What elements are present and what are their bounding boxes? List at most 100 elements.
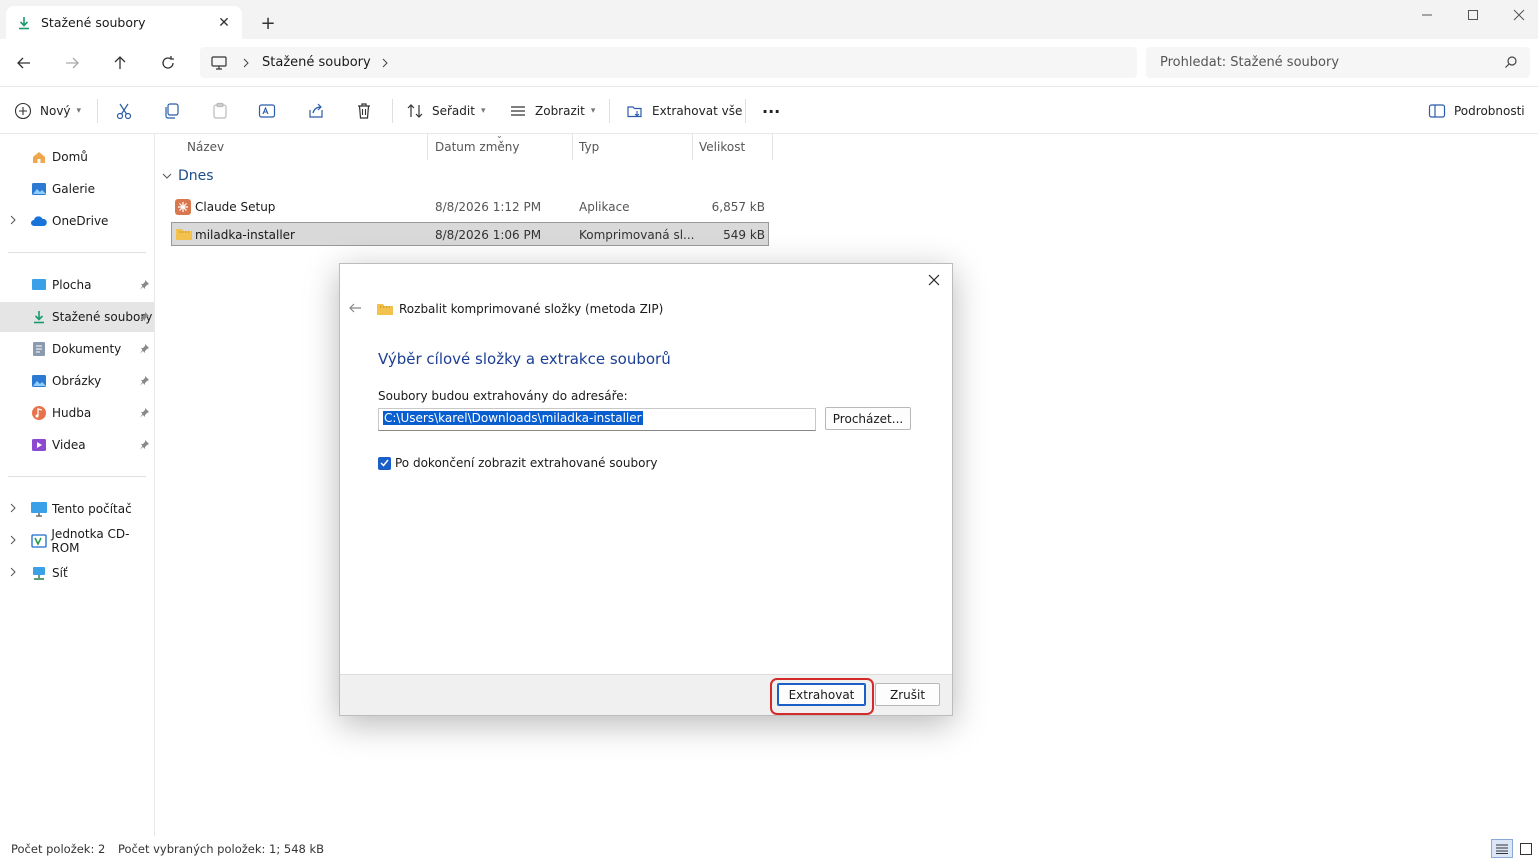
- close-window-button[interactable]: [1496, 0, 1538, 30]
- sidebar-item-label: Domů: [52, 150, 88, 164]
- group-header-today[interactable]: Dnes: [162, 168, 214, 184]
- cancel-button[interactable]: Zrušit: [875, 683, 940, 706]
- computer-icon: [30, 500, 48, 518]
- sidebar-item-plocha[interactable]: Plocha: [0, 270, 154, 300]
- chevron-right-icon[interactable]: [9, 567, 17, 577]
- view-list-icon: [511, 106, 525, 116]
- column-header-size[interactable]: Velikost: [693, 134, 773, 160]
- up-button[interactable]: [107, 51, 133, 75]
- copy-icon: [165, 103, 179, 119]
- chevron-right-icon[interactable]: [9, 215, 17, 225]
- extract-icon: [627, 106, 642, 118]
- tab-stazene-soubory[interactable]: Stažené soubory ✕: [6, 6, 242, 39]
- sidebar-item-label: Tento počítač: [52, 502, 132, 516]
- column-header-name[interactable]: Název: [181, 134, 428, 160]
- pin-icon[interactable]: [139, 343, 150, 354]
- close-tab-button[interactable]: ✕: [210, 9, 238, 37]
- sidebar-item-stazene-soubory[interactable]: Stažené soubory: [0, 302, 154, 332]
- view-label: Zobrazit: [535, 104, 585, 118]
- home-icon: [30, 148, 48, 166]
- dialog-title: Rozbalit komprimované složky (metoda ZIP…: [376, 301, 663, 317]
- scissors-icon: [116, 103, 132, 120]
- pin-icon[interactable]: [139, 311, 150, 322]
- extract-wizard-dialog: Rozbalit komprimované složky (metoda ZIP…: [339, 263, 953, 716]
- tiles-view-icon: [1520, 842, 1532, 855]
- show-extracted-checkbox[interactable]: Po dokončení zobrazit extrahované soubor…: [378, 456, 658, 470]
- more-button[interactable]: ···: [762, 95, 780, 127]
- new-button[interactable]: Nový ▾: [14, 95, 81, 127]
- destination-path-input[interactable]: C:\Users\karel\Downloads\miladka-install…: [378, 408, 816, 431]
- pin-icon[interactable]: [139, 375, 150, 386]
- breadcrumb-stazene-soubory[interactable]: Stažené soubory: [262, 55, 371, 70]
- tiles-view-toggle[interactable]: [1516, 839, 1536, 858]
- new-label: Nový: [40, 104, 71, 118]
- chevron-right-icon[interactable]: [9, 503, 17, 513]
- download-icon: [16, 15, 32, 31]
- dialog-back-button[interactable]: [348, 301, 362, 315]
- sidebar-item-obrazky[interactable]: Obrázky: [0, 366, 154, 396]
- cut-button[interactable]: [115, 95, 133, 127]
- file-size: 6,857 kB: [711, 200, 765, 214]
- cdrom-icon: [30, 532, 47, 550]
- extract-all-label: Extrahovat vše: [652, 104, 743, 118]
- back-button[interactable]: [11, 51, 37, 75]
- sidebar-item-cdrom[interactable]: Jednotka CD-ROM: [0, 526, 154, 556]
- pin-icon[interactable]: [139, 439, 150, 450]
- dialog-close-button[interactable]: [922, 268, 946, 292]
- file-name: miladka-installer: [195, 228, 295, 242]
- sidebar-item-sit[interactable]: Síť: [0, 558, 154, 588]
- clipboard-icon: [213, 102, 227, 119]
- sidebar-item-hudba[interactable]: Hudba: [0, 398, 154, 428]
- paste-button[interactable]: [211, 95, 229, 127]
- address-input[interactable]: Stažené soubory: [200, 47, 1137, 78]
- chevron-right-icon[interactable]: [242, 58, 250, 68]
- download-icon: [30, 308, 48, 326]
- forward-button[interactable]: [59, 51, 85, 75]
- new-tab-button[interactable]: +: [254, 9, 282, 37]
- file-row-claude-setup[interactable]: Claude Setup 8/8/2026 1:12 PM Aplikace 6…: [171, 195, 769, 219]
- sidebar-item-onedrive[interactable]: OneDrive: [0, 206, 154, 236]
- arrow-right-icon: [66, 57, 79, 69]
- minimize-button[interactable]: [1404, 0, 1450, 30]
- list-view-icon: [1496, 844, 1508, 854]
- delete-button[interactable]: [355, 95, 373, 127]
- browse-button[interactable]: Procházet...: [825, 407, 911, 430]
- sort-button[interactable]: Seřadit ▾: [406, 95, 485, 127]
- search-icon: [1504, 55, 1518, 69]
- file-row-miladka-installer[interactable]: miladka-installer 8/8/2026 1:06 PM Kompr…: [171, 222, 769, 246]
- details-button[interactable]: Podrobnosti: [1428, 95, 1525, 127]
- maximize-button[interactable]: [1450, 0, 1496, 30]
- view-button[interactable]: Zobrazit ▾: [509, 95, 595, 127]
- sidebar-item-label: Dokumenty: [52, 342, 122, 356]
- gallery-icon: [30, 180, 48, 198]
- file-date: 8/8/2026 1:12 PM: [435, 200, 542, 214]
- extract-all-button[interactable]: Extrahovat vše: [626, 95, 742, 127]
- sidebar-item-tento-pocitac[interactable]: Tento počítač: [0, 494, 154, 524]
- status-bar: Počet položek: 2 Počet vybraných položek…: [0, 838, 1538, 858]
- sidebar-item-dokumenty[interactable]: Dokumenty: [0, 334, 154, 364]
- sidebar-item-label: Hudba: [52, 406, 92, 420]
- chevron-right-icon[interactable]: [381, 58, 389, 68]
- search-input[interactable]: Prohledat: Stažené soubory: [1146, 47, 1530, 78]
- sidebar-item-label: OneDrive: [52, 214, 109, 228]
- extract-button-highlight: [770, 678, 874, 715]
- chevron-down-icon: ▾: [590, 106, 596, 116]
- share-button[interactable]: [307, 95, 325, 127]
- sidebar-item-domu[interactable]: Domů: [0, 142, 154, 172]
- column-header-type[interactable]: Typ: [573, 134, 693, 160]
- app-icon: [175, 199, 191, 215]
- sidebar-item-galerie[interactable]: Galerie: [0, 174, 154, 204]
- pin-icon[interactable]: [139, 407, 150, 418]
- command-bar: Nový ▾ Seřadit ▾ Zobrazit ▾ Extrahovat v…: [0, 87, 1538, 134]
- details-view-toggle[interactable]: [1491, 839, 1513, 858]
- chevron-down-icon: [162, 172, 172, 180]
- column-header-date-label: Datum změny: [435, 140, 520, 154]
- copy-button[interactable]: [163, 95, 181, 127]
- sidebar-item-videa[interactable]: Videa: [0, 430, 154, 460]
- dialog-title-text: Rozbalit komprimované složky (metoda ZIP…: [399, 302, 664, 316]
- rename-button[interactable]: [258, 95, 276, 127]
- chevron-right-icon[interactable]: [9, 535, 17, 545]
- pin-icon[interactable]: [139, 279, 150, 290]
- plus-circle-icon: [14, 102, 32, 120]
- refresh-button[interactable]: [155, 51, 181, 75]
